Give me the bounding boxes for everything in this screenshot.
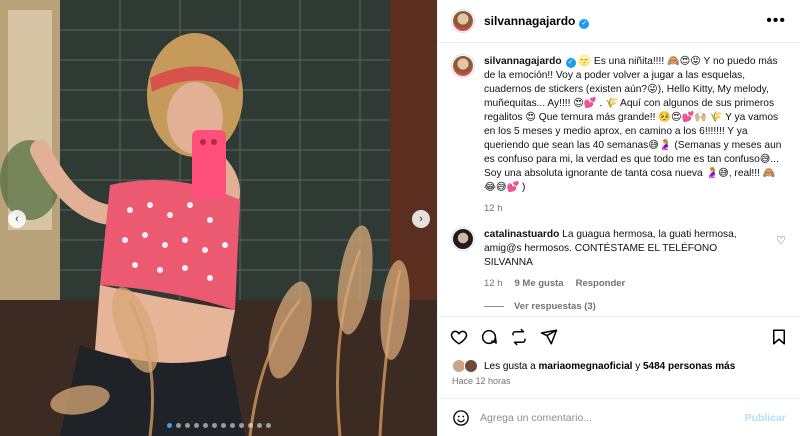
comment-row: catalinastuardo La guagua hermosa, la gu… <box>452 228 786 289</box>
reply-button[interactable]: Responder <box>576 278 626 289</box>
likes-and: y <box>635 360 641 372</box>
comment-time[interactable]: 12 h <box>484 278 503 289</box>
caption-text: 🌝 Es una niñita!!!! 🙈😍😝 Y no puedo más d… <box>484 56 782 193</box>
caption-meta: 12 h <box>484 203 786 214</box>
post-time[interactable]: Hace 12 horas <box>438 376 800 392</box>
heart-icon[interactable] <box>450 328 468 346</box>
header-username-text[interactable]: silvannagajardo <box>484 14 575 28</box>
replies-divider <box>484 306 504 307</box>
carousel-dot <box>220 423 226 428</box>
caption: silvannagajardo ✓ 🌝 Es una niñita!!!! 🙈😍😝… <box>452 55 786 214</box>
heart-icon[interactable]: ♡ <box>776 234 786 247</box>
comment-input[interactable] <box>480 411 735 424</box>
emoji-icon[interactable] <box>452 409 470 427</box>
avatar[interactable] <box>452 10 474 32</box>
likes-text: Les gusta a mariaomegnaoficial y 5484 pe… <box>484 361 735 372</box>
verified-badge-icon: ✓ <box>579 18 590 29</box>
carousel-dot <box>211 423 217 428</box>
more-icon[interactable]: ••• <box>766 12 786 30</box>
photo-scene <box>0 0 437 436</box>
avatar[interactable] <box>452 55 474 77</box>
comments-list: silvannagajardo ✓ 🌝 Es una niñita!!!! 🙈😍😝… <box>438 43 800 316</box>
action-bar <box>438 316 800 356</box>
verified-badge-icon: ✓ <box>565 58 576 68</box>
carousel-dot <box>193 423 199 428</box>
liker-avatar[interactable] <box>464 359 478 373</box>
post-dialog: ‹ › silvannagajardo ✓ ••• silvannagajard… <box>0 0 800 436</box>
carousel-dot <box>184 423 190 428</box>
post-comment-button[interactable]: Publicar <box>745 412 786 424</box>
post-panel: silvannagajardo ✓ ••• silvannagajardo ✓ 🌝 … <box>437 0 800 436</box>
comment-likes[interactable]: 9 Me gusta <box>515 278 564 289</box>
carousel-dot <box>202 423 208 428</box>
carousel-dot <box>166 423 172 428</box>
view-replies-button[interactable]: Ver respuestas (3) <box>484 301 786 312</box>
avatar[interactable] <box>452 228 474 250</box>
post-photo[interactable]: ‹ › <box>0 0 437 436</box>
share-icon[interactable] <box>510 328 528 346</box>
carousel-dot <box>256 423 262 428</box>
view-replies-label[interactable]: Ver respuestas (3) <box>514 301 596 312</box>
comment-username[interactable]: catalinastuardo <box>484 229 559 240</box>
carousel-dot <box>175 423 181 428</box>
caption-username[interactable]: silvannagajardo <box>484 56 562 67</box>
likes-prefix: Les gusta a <box>484 360 536 372</box>
carousel-dots <box>0 423 437 428</box>
carousel-dot <box>238 423 244 428</box>
header-username[interactable]: silvannagajardo ✓ <box>484 14 590 29</box>
chevron-left-icon[interactable]: ‹ <box>8 210 26 228</box>
comment-meta: 12 h 9 Me gusta Responder <box>484 278 766 289</box>
bookmark-icon[interactable] <box>770 328 788 346</box>
carousel-dot <box>229 423 235 428</box>
comment-icon[interactable] <box>480 328 498 346</box>
post-header: silvannagajardo ✓ ••• <box>438 0 800 43</box>
caption-time[interactable]: 12 h <box>484 203 503 214</box>
carousel-dot <box>265 423 271 428</box>
likes-first-user[interactable]: mariaomegnaoficial <box>539 361 633 372</box>
send-icon[interactable] <box>540 328 558 346</box>
comment-composer: Publicar <box>438 398 800 436</box>
likes-summary: Les gusta a mariaomegnaoficial y 5484 pe… <box>438 356 800 376</box>
likes-others[interactable]: 5484 personas más <box>643 361 735 372</box>
carousel-dot <box>247 423 253 428</box>
chevron-right-icon[interactable]: › <box>412 210 430 228</box>
